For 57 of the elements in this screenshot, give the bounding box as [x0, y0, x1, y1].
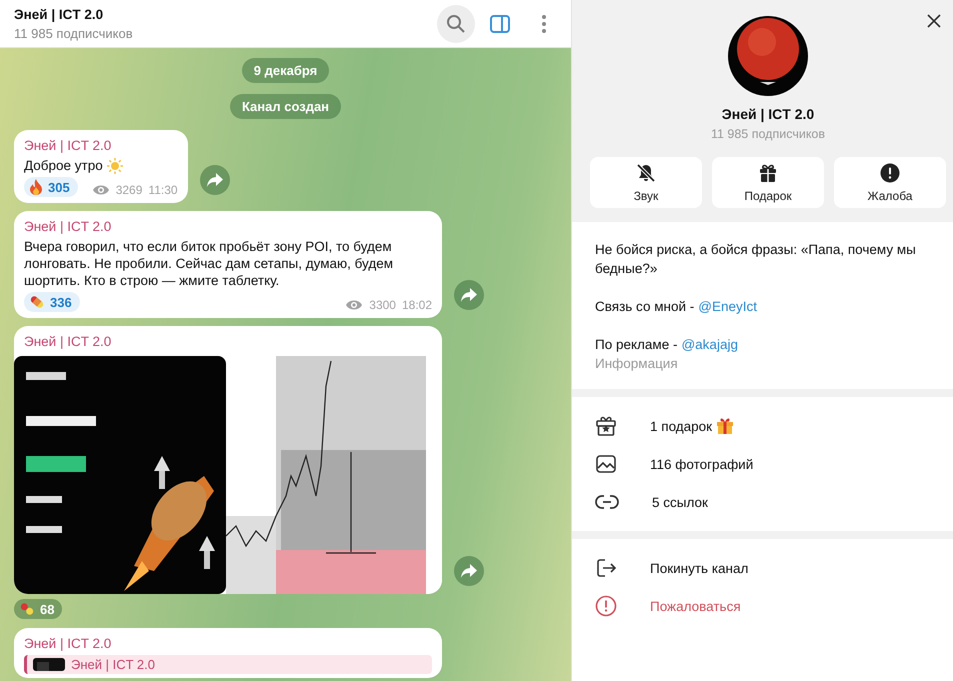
action-button[interactable]: Подарок — [712, 157, 824, 208]
message-author: Эней | ICT 2.0 — [24, 219, 112, 234]
message-author: Эней | ICT 2.0 — [24, 636, 112, 651]
reaction-button[interactable]: 305 — [24, 177, 78, 197]
username-link[interactable]: @akajajg — [681, 335, 738, 354]
view-count: 3269 — [116, 183, 142, 197]
message-text: Доброе утро — [24, 157, 103, 174]
profile-title: Эней | ICT 2.0 — [722, 106, 814, 122]
close-button[interactable] — [925, 12, 943, 30]
share-icon — [461, 564, 477, 578]
more-icon — [541, 14, 547, 34]
action-button[interactable]: Звук — [590, 157, 702, 208]
reaction-button[interactable]: 336 — [24, 292, 80, 312]
muted-bell-icon — [636, 162, 656, 182]
message-author: Эней | ICT 2.0 — [23, 334, 112, 349]
channel-title: Эней | ICT 2.0 — [14, 6, 104, 22]
image-icon — [595, 453, 617, 475]
message-author: Эней | ICT 2.0 — [24, 138, 112, 153]
close-icon — [927, 14, 941, 28]
message-time: 11:30 — [148, 183, 178, 197]
service-message: Канал создан — [230, 94, 342, 119]
command-row[interactable]: Пожаловаться — [572, 587, 953, 625]
views-icon — [92, 184, 110, 196]
panel-icon — [490, 14, 510, 32]
media-row[interactable]: 5 ссылок — [572, 483, 953, 521]
service-message: 9 декабря — [242, 58, 330, 83]
share-icon — [461, 288, 477, 302]
message-text: Вчера говорил, что если биток пробьёт зону POI, то будем лонговать. Не пробили. Сейчас дам сетапы, думаю, будем шортить. Кто в строю — жмите таблетку. — [24, 238, 394, 289]
username-link[interactable]: @EneyIct — [698, 297, 757, 316]
alert-icon — [880, 162, 900, 182]
view-count: 3300 — [369, 298, 396, 312]
contact-label: По рекламе - — [595, 336, 678, 354]
command-row[interactable]: Покинуть канал — [572, 549, 953, 587]
action-button[interactable]: Жалоба — [834, 157, 946, 208]
contact-label: Связь со мной - — [595, 298, 694, 316]
share-icon — [206, 173, 223, 187]
subscriber-count: 11 985 подписчиков — [14, 26, 134, 40]
search-button[interactable] — [437, 4, 475, 42]
reply-quote[interactable]: Эней | ICT 2.0 — [24, 655, 432, 674]
gift-icon — [595, 415, 617, 437]
gift-icon — [758, 162, 778, 182]
share-button[interactable] — [454, 280, 484, 310]
profile-subscribers: 11 985 подписчиков — [710, 127, 826, 141]
views-icon — [345, 299, 364, 311]
share-button[interactable] — [454, 556, 484, 586]
share-button[interactable] — [200, 165, 230, 195]
search-icon — [446, 14, 466, 34]
media-row[interactable]: 116 фотографий — [572, 445, 953, 483]
exit-icon — [595, 557, 617, 579]
channel-description: Не бойся риска, а бойся фразы: «Папа, почему мы бедные?» — [595, 241, 917, 278]
media-row[interactable]: 1 подарок — [572, 407, 953, 445]
pill-icon — [19, 601, 35, 617]
info-caption: Информация — [595, 355, 679, 373]
alert-icon — [595, 595, 617, 617]
fire-icon — [29, 179, 43, 195]
pill-icon — [29, 294, 45, 310]
message-time: 18:02 — [402, 298, 432, 312]
